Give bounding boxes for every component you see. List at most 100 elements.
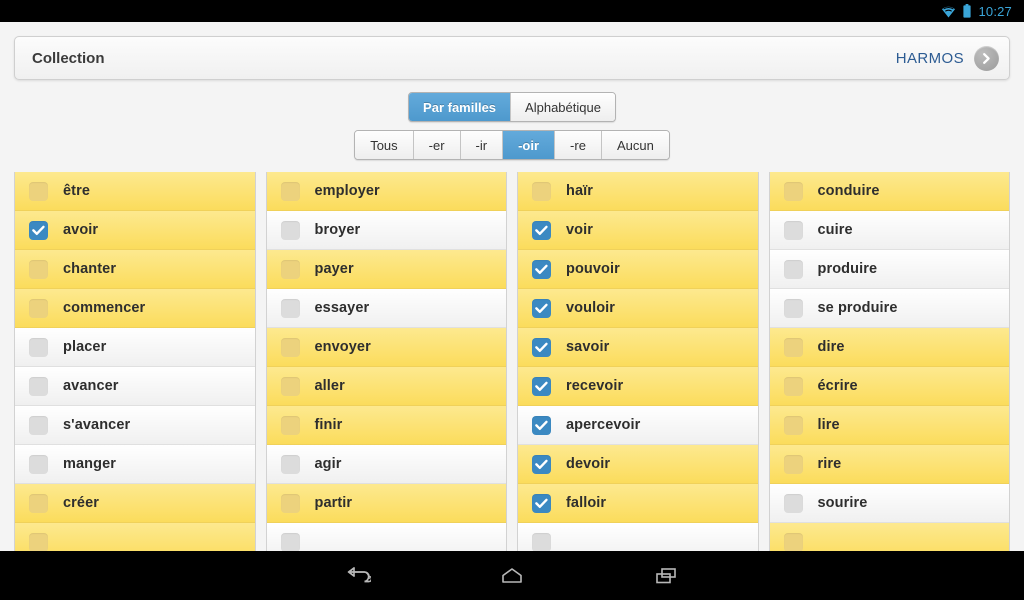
checkbox-checked-icon[interactable] bbox=[532, 415, 551, 435]
verb-row[interactable]: écrire bbox=[769, 367, 1009, 406]
filter-button-4[interactable]: -re bbox=[555, 131, 602, 159]
verb-label: aller bbox=[314, 378, 345, 394]
verb-row[interactable] bbox=[769, 523, 1009, 551]
verb-row[interactable]: devoir bbox=[518, 445, 758, 484]
verb-row[interactable]: vouloir bbox=[518, 289, 758, 328]
verb-row[interactable]: envoyer bbox=[266, 328, 506, 367]
verb-row[interactable] bbox=[266, 523, 506, 551]
checkbox-unchecked-icon[interactable] bbox=[280, 454, 300, 474]
verb-row[interactable]: voir bbox=[518, 211, 758, 250]
harmos-label[interactable]: HARMOS bbox=[896, 50, 964, 67]
checkbox-unchecked-icon[interactable] bbox=[29, 532, 48, 551]
checkbox-unchecked-icon[interactable] bbox=[29, 337, 48, 357]
checkbox-unchecked-icon[interactable] bbox=[783, 298, 803, 318]
checkbox-unchecked-icon[interactable] bbox=[29, 298, 48, 318]
verb-row[interactable]: haïr bbox=[518, 172, 758, 211]
checkbox-checked-icon[interactable] bbox=[532, 376, 551, 396]
verb-row[interactable]: employer bbox=[266, 172, 506, 211]
checkbox-unchecked-icon[interactable] bbox=[29, 376, 48, 396]
verb-row[interactable]: se produire bbox=[769, 289, 1009, 328]
verb-row[interactable]: aller bbox=[266, 367, 506, 406]
checkbox-unchecked-icon[interactable] bbox=[783, 415, 803, 435]
checkbox-unchecked-icon[interactable] bbox=[29, 493, 48, 513]
filter-button-5[interactable]: Aucun bbox=[601, 131, 669, 159]
verb-columns: être avoir chanter commencer placer avancer s'… bbox=[0, 160, 1024, 551]
checkbox-unchecked-icon[interactable] bbox=[280, 376, 300, 396]
verb-row[interactable]: savoir bbox=[518, 328, 758, 367]
checkbox-checked-icon[interactable] bbox=[532, 259, 551, 279]
verb-row[interactable]: falloir bbox=[518, 484, 758, 523]
verb-row[interactable]: rire bbox=[769, 445, 1009, 484]
verb-row[interactable]: broyer bbox=[266, 211, 506, 250]
verb-row[interactable]: commencer bbox=[15, 289, 255, 328]
verb-row[interactable]: chanter bbox=[15, 250, 255, 289]
verb-row[interactable]: placer bbox=[15, 328, 255, 367]
checkbox-unchecked-icon[interactable] bbox=[29, 259, 48, 279]
checkbox-unchecked-icon[interactable] bbox=[29, 181, 48, 201]
checkbox-unchecked-icon[interactable] bbox=[783, 220, 803, 240]
verb-row[interactable]: finir bbox=[266, 406, 506, 445]
checkbox-checked-icon[interactable] bbox=[532, 493, 551, 513]
verb-row[interactable] bbox=[518, 523, 758, 551]
verb-row[interactable]: essayer bbox=[266, 289, 506, 328]
verb-row[interactable]: dire bbox=[769, 328, 1009, 367]
checkbox-unchecked-icon[interactable] bbox=[280, 181, 300, 201]
collection-action[interactable]: HARMOS bbox=[896, 45, 999, 71]
checkbox-unchecked-icon[interactable] bbox=[29, 454, 48, 474]
checkbox-checked-icon[interactable] bbox=[532, 454, 551, 474]
verb-row[interactable]: manger bbox=[15, 445, 255, 484]
verb-row[interactable]: conduire bbox=[769, 172, 1009, 211]
verb-row[interactable]: recevoir bbox=[518, 367, 758, 406]
verb-row[interactable]: s'avancer bbox=[15, 406, 255, 445]
filter-button-2[interactable]: -ir bbox=[460, 131, 504, 159]
checkbox-unchecked-icon[interactable] bbox=[280, 220, 300, 240]
checkbox-unchecked-icon[interactable] bbox=[783, 454, 803, 474]
recents-icon[interactable] bbox=[649, 564, 683, 588]
filter-button-1[interactable]: -er bbox=[413, 131, 461, 159]
checkbox-unchecked-icon[interactable] bbox=[783, 532, 803, 551]
checkbox-checked-icon[interactable] bbox=[532, 220, 551, 240]
verb-row[interactable]: apercevoir bbox=[518, 406, 758, 445]
checkbox-unchecked-icon[interactable] bbox=[280, 415, 300, 435]
verb-row[interactable]: lire bbox=[769, 406, 1009, 445]
verb-label: commencer bbox=[63, 300, 146, 316]
checkbox-unchecked-icon[interactable] bbox=[783, 337, 803, 357]
verb-row[interactable]: produire bbox=[769, 250, 1009, 289]
checkbox-unchecked-icon[interactable] bbox=[280, 259, 300, 279]
checkbox-unchecked-icon[interactable] bbox=[783, 493, 803, 513]
verb-row[interactable]: agir bbox=[266, 445, 506, 484]
verb-row[interactable]: avoir bbox=[15, 211, 255, 250]
ending-filters-row: Tous -er -ir -oir -re Aucun bbox=[0, 130, 1024, 160]
verb-row[interactable]: payer bbox=[266, 250, 506, 289]
verb-row[interactable] bbox=[15, 523, 255, 551]
checkbox-unchecked-icon[interactable] bbox=[532, 181, 551, 201]
filter-button-3[interactable]: -oir bbox=[503, 131, 556, 159]
checkbox-unchecked-icon[interactable] bbox=[29, 415, 48, 435]
filter-button-0[interactable]: Tous bbox=[355, 131, 414, 159]
chevron-right-icon[interactable] bbox=[974, 45, 999, 71]
verb-row[interactable]: avancer bbox=[15, 367, 255, 406]
verb-row[interactable]: sourire bbox=[769, 484, 1009, 523]
verb-label: agir bbox=[314, 456, 342, 472]
checkbox-unchecked-icon[interactable] bbox=[280, 298, 300, 318]
checkbox-unchecked-icon[interactable] bbox=[280, 337, 300, 357]
verb-row[interactable]: pouvoir bbox=[518, 250, 758, 289]
checkbox-checked-icon[interactable] bbox=[29, 220, 48, 240]
checkbox-checked-icon[interactable] bbox=[532, 298, 551, 318]
checkbox-unchecked-icon[interactable] bbox=[783, 181, 803, 201]
view-tab-0[interactable]: Par familles bbox=[409, 93, 512, 121]
checkbox-checked-icon[interactable] bbox=[532, 337, 551, 357]
verb-row[interactable]: créer bbox=[15, 484, 255, 523]
back-icon[interactable] bbox=[341, 564, 375, 588]
checkbox-unchecked-icon[interactable] bbox=[532, 532, 551, 551]
checkbox-unchecked-icon[interactable] bbox=[280, 493, 300, 513]
checkbox-unchecked-icon[interactable] bbox=[280, 532, 300, 551]
verb-label: haïr bbox=[566, 183, 593, 199]
verb-row[interactable]: partir bbox=[266, 484, 506, 523]
checkbox-unchecked-icon[interactable] bbox=[783, 376, 803, 396]
home-icon[interactable] bbox=[495, 564, 529, 588]
verb-row[interactable]: être bbox=[15, 172, 255, 211]
checkbox-unchecked-icon[interactable] bbox=[783, 259, 803, 279]
verb-row[interactable]: cuire bbox=[769, 211, 1009, 250]
view-tab-1[interactable]: Alphabétique bbox=[511, 93, 615, 121]
